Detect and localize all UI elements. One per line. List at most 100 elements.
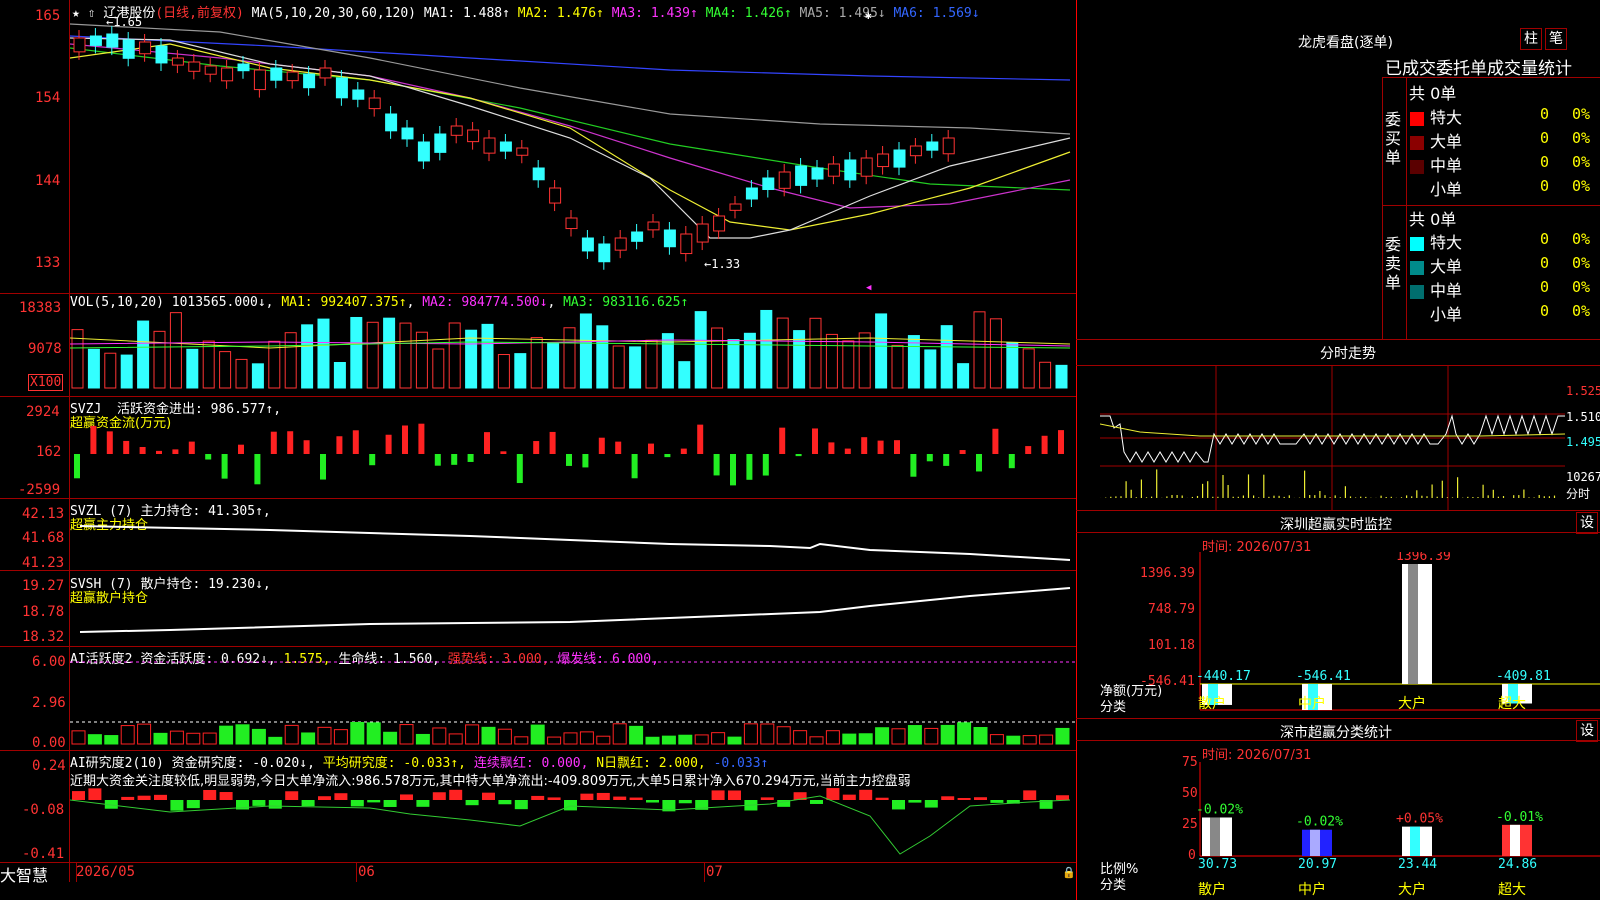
intraday-volume-bar xyxy=(1411,496,1413,498)
monitor-bar-stripe xyxy=(1408,564,1418,684)
intraday-volume-bar xyxy=(1176,495,1178,498)
sell-row: 中单 xyxy=(1410,277,1462,301)
intraday-volume-bar xyxy=(1446,497,1448,498)
volume-bar xyxy=(235,358,248,389)
class-bar-change-label: -0.02% xyxy=(1196,802,1243,817)
sell-row-count: 0 xyxy=(1540,254,1550,272)
class-bar-ratio-label: 30.73 xyxy=(1198,857,1237,872)
ai-research-bar xyxy=(482,792,495,800)
svzj-bar xyxy=(664,454,671,458)
svsh-axis-label: 18.78 xyxy=(22,604,65,620)
intraday-volume-bar xyxy=(1263,474,1265,498)
candle-body xyxy=(188,61,201,72)
class-settings-button[interactable]: 设 xyxy=(1576,720,1598,742)
svzl-line xyxy=(79,525,1071,561)
candle-body xyxy=(335,77,348,99)
intraday-volume-bar xyxy=(1222,475,1224,498)
svzj-bar xyxy=(1058,430,1064,454)
ai-active-bar xyxy=(186,732,201,745)
intraday-volume-bar xyxy=(1110,496,1112,498)
intraday-volume-bar xyxy=(1207,481,1209,498)
volume-chart[interactable] xyxy=(70,308,1076,390)
ai-research-bar xyxy=(678,800,692,804)
candle-body xyxy=(516,147,529,156)
candle-body xyxy=(73,37,86,53)
buy-row-percent: 0% xyxy=(1572,177,1591,195)
ai-research-bar xyxy=(154,794,167,800)
intraday-volume-bar xyxy=(1477,497,1479,498)
ai-active-chart[interactable] xyxy=(70,650,1076,750)
ai-research-bar xyxy=(121,796,135,800)
volume-bar xyxy=(957,363,970,389)
monitor-settings-button[interactable]: 设 xyxy=(1576,512,1598,534)
volume-bar xyxy=(612,345,625,389)
ai-research-bar xyxy=(498,800,512,805)
svsh-line-chart[interactable] xyxy=(70,572,1076,646)
svzl-line-chart[interactable] xyxy=(70,500,1076,570)
svzj-bar xyxy=(697,424,704,454)
buy-row: 小单 xyxy=(1410,176,1462,200)
monitor-axis-label: 1396.39 xyxy=(1140,566,1195,581)
volume-bar xyxy=(579,313,592,389)
svzl-axis-label: 42.13 xyxy=(22,506,65,522)
ai-research-bar xyxy=(1023,790,1037,800)
ai-research-bar xyxy=(514,800,528,810)
candle-body xyxy=(155,45,168,64)
volume-bar xyxy=(809,317,822,389)
svzj-bars-chart[interactable] xyxy=(70,400,1076,496)
candle-body xyxy=(877,153,890,168)
tick-view-button[interactable]: 笔 xyxy=(1545,28,1567,50)
class-chart[interactable]: -0.02% 30.73 散户 -0.02% 20.97 中户 +0.05% 23.44 大户 -… xyxy=(1196,756,1600,900)
ai-research-bar xyxy=(268,800,282,809)
intraday-volume-bar xyxy=(1472,497,1474,498)
buy-row-percent: 0% xyxy=(1572,153,1591,171)
candle-body xyxy=(352,89,365,100)
candle-body xyxy=(434,133,447,153)
ai-research-bar xyxy=(72,791,85,800)
ai-research-n-red: N日飘红: 2.000, xyxy=(596,756,706,771)
stats-title: 已成交委托单成交量统计 xyxy=(1385,59,1572,79)
ai-research-bar xyxy=(137,795,151,800)
volume-bar xyxy=(137,320,150,389)
svzj-bar xyxy=(779,427,786,454)
lock-icon[interactable]: 🔒 xyxy=(1062,866,1076,879)
candlestick-chart[interactable] xyxy=(70,18,1076,293)
ai-research-bar xyxy=(88,788,102,800)
color-swatch-icon xyxy=(1410,159,1424,174)
svzj-bar xyxy=(582,454,589,468)
ai-active-bar xyxy=(743,723,758,745)
monitor-category-label: 超大 xyxy=(1498,696,1526,712)
intraday-volume-bar xyxy=(1533,497,1535,498)
column-view-button[interactable]: 柱 xyxy=(1520,28,1542,50)
ai-research-bar xyxy=(334,793,348,800)
candle-body xyxy=(581,237,594,252)
candle-body xyxy=(598,243,611,263)
brand-logo[interactable]: 大智慧 xyxy=(0,862,48,886)
ai-research-bar xyxy=(449,789,463,800)
class-bar-change-label: -0.01% xyxy=(1496,810,1543,825)
sell-side-label: 委卖单 xyxy=(1385,235,1402,292)
volume-unit-badge[interactable]: X100 xyxy=(28,374,64,391)
intraday-volume-bar xyxy=(1431,484,1433,498)
ai-research-bar xyxy=(613,796,627,800)
date-tick xyxy=(356,862,357,882)
svzj-bar xyxy=(762,454,769,476)
monitor-bar-value-label: -546.41 xyxy=(1296,669,1351,684)
candle-body xyxy=(171,57,184,66)
ai-research-chart[interactable] xyxy=(70,786,1076,862)
ai-active-bar xyxy=(1006,735,1021,745)
svzj-bar xyxy=(549,431,556,454)
svzl-axis-label: 41.68 xyxy=(22,530,65,546)
intraday-chart[interactable] xyxy=(1100,366,1565,510)
svsh-axis-label: 19.27 xyxy=(22,578,65,594)
sell-total: 共 0单 xyxy=(1409,210,1457,229)
svzj-bar xyxy=(270,431,277,454)
intraday-volume-bar xyxy=(1538,495,1540,498)
svsh-line xyxy=(79,587,1071,633)
ai-research-bar xyxy=(350,800,364,807)
intraday-volume-bar xyxy=(1492,489,1494,498)
monitor-chart[interactable]: -440.17 散户 -546.41 中户 1396.39 大户 -409.81 超大 xyxy=(1196,552,1600,712)
ai-research-bar xyxy=(301,800,315,807)
svzj-bar xyxy=(139,447,146,454)
candle-body xyxy=(909,145,922,157)
